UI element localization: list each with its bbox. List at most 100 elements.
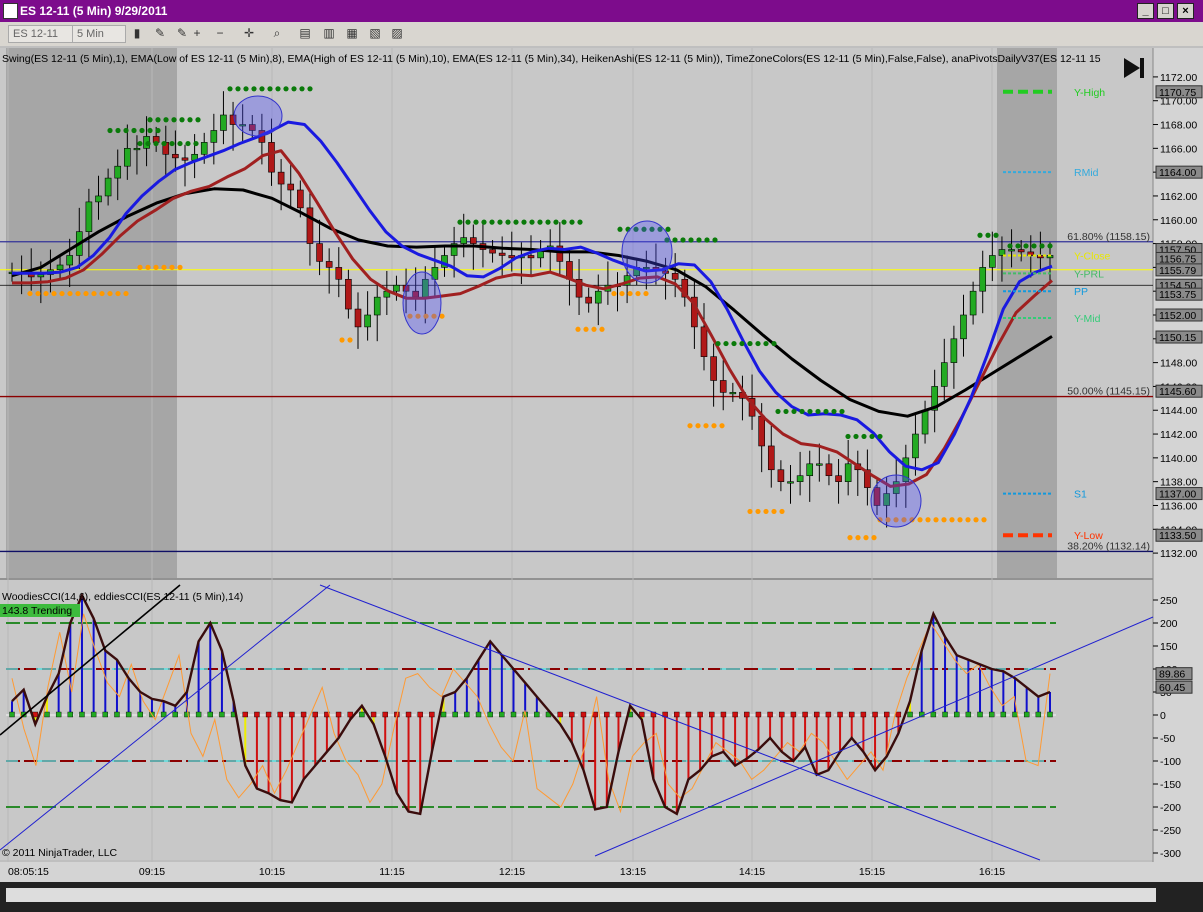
bar-type-icon[interactable]: ▮ — [130, 26, 144, 40]
swing-low-dot — [619, 290, 625, 297]
swing-low-dot — [771, 508, 777, 515]
horizontal-scrollbar[interactable] — [6, 888, 1156, 902]
candle-body — [470, 237, 477, 244]
swing-low-dot — [347, 337, 353, 343]
candle-body — [671, 273, 679, 280]
swing-high-dot — [845, 433, 851, 440]
swing-high-dot — [696, 237, 702, 243]
candle-body — [950, 338, 958, 363]
zoom-in-icon[interactable]: + — [190, 26, 204, 40]
interval-selector[interactable]: 5 Min — [72, 25, 126, 43]
cci-zero-marker — [382, 711, 388, 718]
cci-zero-marker — [755, 711, 762, 718]
cci-zero-marker — [965, 711, 972, 718]
time-tick-label: 16:15 — [979, 866, 1005, 878]
candle-body — [844, 463, 852, 482]
data-box-icon[interactable]: ▤ — [298, 26, 312, 40]
swing-low-dot — [973, 517, 979, 523]
candle-body — [66, 255, 73, 266]
price-flag-label: 1150.15 — [1159, 332, 1196, 344]
cci-zero-marker — [312, 711, 318, 718]
swing-low-dot — [863, 535, 869, 541]
swing-low-dot — [107, 290, 113, 297]
swing-low-dot — [43, 290, 49, 297]
pencil-icon[interactable]: ✎ — [153, 26, 167, 40]
cci-zero-marker — [557, 711, 563, 718]
cci-zero-marker — [977, 711, 983, 718]
swing-high-dot — [457, 219, 463, 225]
swing-high-dot — [1015, 243, 1021, 249]
swing-low-dot — [933, 517, 939, 523]
cci-zero-marker — [440, 711, 447, 718]
candle-body — [796, 475, 804, 482]
magnifier-icon[interactable]: ⌕ — [270, 26, 284, 40]
swing-low-dot — [91, 290, 97, 297]
cci-value-flag-label: 89.86 — [1159, 669, 1185, 681]
cci-zero-marker — [953, 711, 960, 718]
swing-high-dot — [227, 86, 233, 92]
price-tick-label: 1166.00 — [1160, 143, 1197, 155]
close-button[interactable]: × — [1177, 3, 1194, 19]
swing-high-dot — [869, 433, 875, 440]
swing-high-dot — [161, 140, 167, 147]
cci-zero-marker — [837, 711, 843, 718]
pivot-label: Y-High — [1074, 87, 1105, 99]
cci-zero-marker — [102, 711, 109, 718]
swing-high-dot — [783, 408, 789, 415]
swing-high-dot — [704, 237, 710, 243]
chart-canvas: 61.80% (1158.15)50.00% (1145.15)38.20% (… — [0, 46, 1203, 912]
pivot-label: Y-Low — [1074, 530, 1103, 542]
properties-icon[interactable]: ▧ — [368, 26, 382, 40]
cci-zero-marker — [790, 711, 797, 718]
candle-body — [825, 463, 833, 477]
cci-zero-marker — [1000, 711, 1007, 718]
cci-zero-marker — [114, 711, 120, 718]
swing-low-dot — [115, 290, 121, 297]
swing-high-dot — [163, 117, 169, 123]
cci-zero-marker — [79, 711, 85, 718]
candle-body — [325, 261, 333, 268]
title-bar: ES 12-11 (5 Min) 9/29/2011 _ □ × — [0, 0, 1203, 22]
minimize-button[interactable]: _ — [1137, 3, 1154, 19]
instrument-selector[interactable]: ES 12-11 — [8, 25, 76, 43]
swing-high-dot — [107, 127, 113, 134]
cci-zero-marker — [429, 711, 435, 718]
swing-low-dot — [957, 517, 963, 523]
cci-tick-label: 150 — [1160, 641, 1178, 653]
pencil-menu-icon[interactable]: ✎ — [175, 26, 189, 40]
price-flag-label: 1145.60 — [1159, 386, 1196, 398]
swing-high-dot — [672, 237, 678, 243]
price-tick-label: 1148.00 — [1160, 358, 1197, 370]
cci-tick-label: -100 — [1160, 756, 1181, 768]
chart-trader-icon[interactable]: ▨ — [390, 26, 404, 40]
strategies-icon[interactable]: ▦ — [345, 26, 359, 40]
swing-high-dot — [853, 433, 859, 440]
cci-zero-marker — [942, 711, 948, 718]
cci-value-flag-label: 60.45 — [1159, 682, 1185, 694]
session-shade-right — [997, 48, 1057, 578]
cci-zero-marker — [732, 711, 738, 718]
time-tick-label: 15:15 — [859, 866, 885, 878]
candle-body — [114, 165, 122, 179]
maximize-button[interactable]: □ — [1157, 3, 1174, 19]
swing-low-dot — [965, 517, 971, 523]
indicators-icon[interactable]: ▥ — [322, 26, 336, 40]
swing-high-dot — [688, 237, 694, 243]
cci-zero-marker — [697, 711, 703, 718]
swing-low-dot — [575, 326, 581, 332]
cci-tick-label: -200 — [1160, 802, 1181, 814]
fib-level-label: 50.00% (1145.15) — [1067, 386, 1150, 398]
swing-high-dot — [187, 117, 193, 123]
cci-zero-marker — [825, 711, 832, 718]
cci-zero-marker — [569, 711, 575, 718]
zoom-out-icon[interactable]: − — [213, 26, 227, 40]
price-tick-label: 1138.00 — [1160, 477, 1197, 489]
price-tick-label: 1142.00 — [1160, 429, 1197, 441]
swing-low-dot — [161, 264, 167, 270]
price-flag-label: 1133.50 — [1159, 530, 1196, 542]
candle-body — [767, 445, 775, 471]
crosshair-icon[interactable]: ✛ — [242, 26, 256, 40]
copyright-text: © 2011 NinjaTrader, LLC — [2, 847, 118, 859]
swing-high-dot — [723, 340, 729, 347]
cci-zero-marker — [9, 711, 15, 718]
